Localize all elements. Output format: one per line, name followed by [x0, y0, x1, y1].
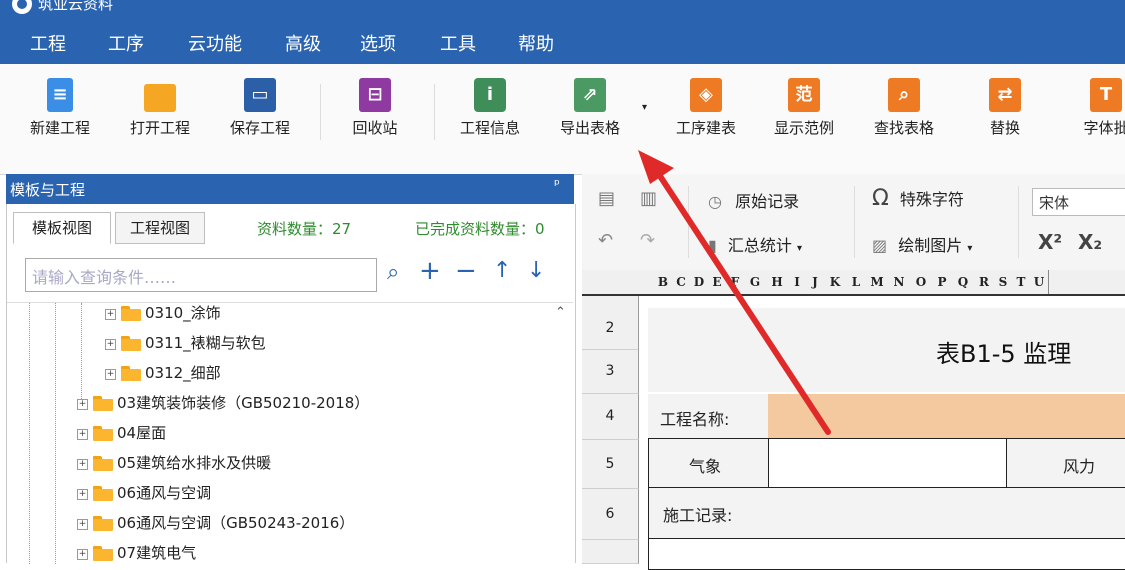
annotation-arrow: [638, 150, 831, 435]
